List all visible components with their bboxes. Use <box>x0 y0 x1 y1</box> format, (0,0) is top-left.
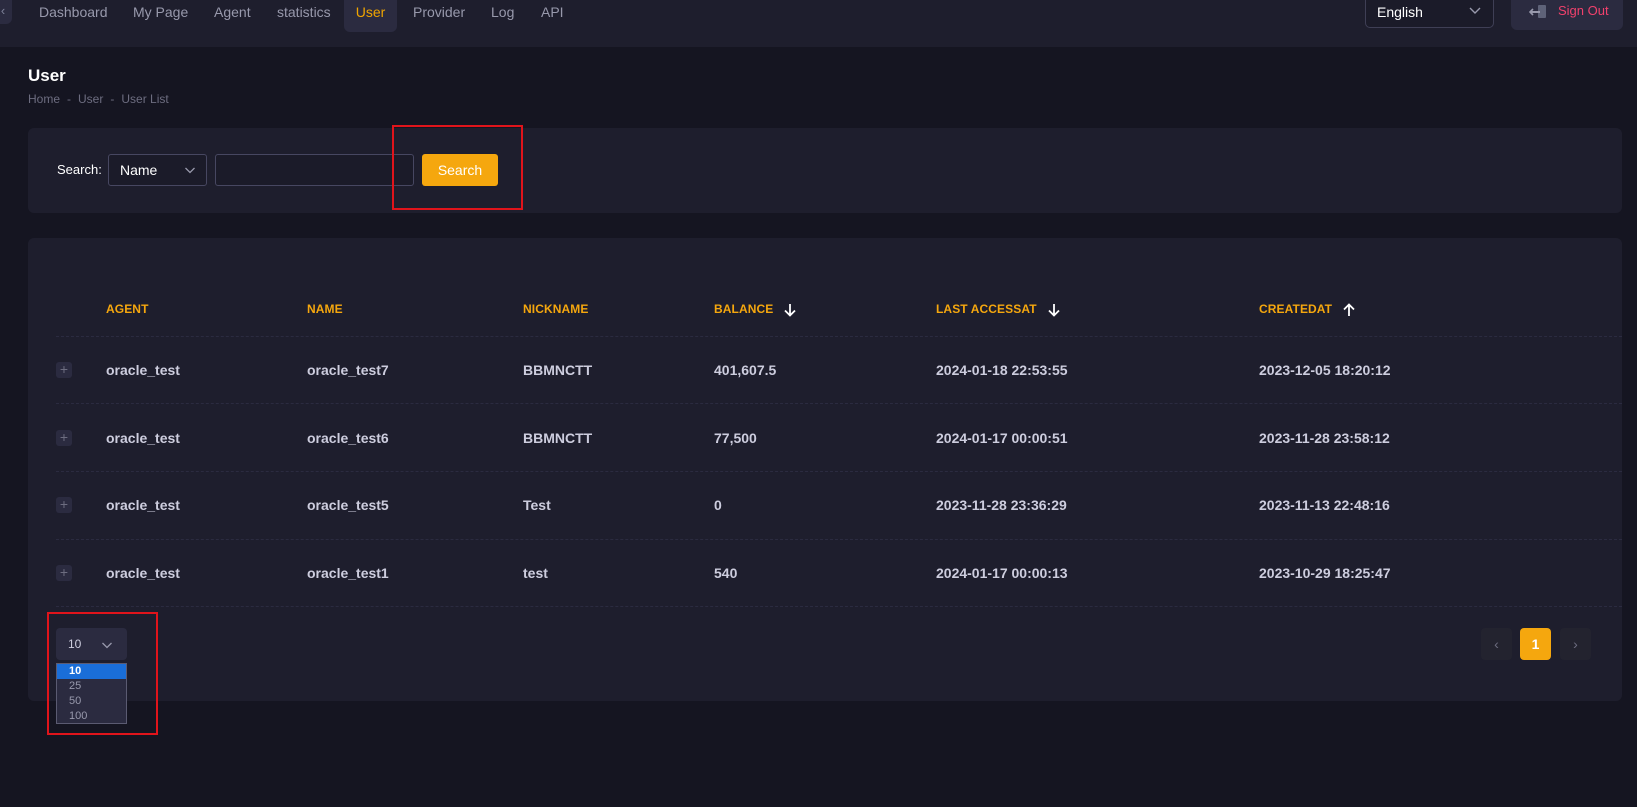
cell-balance: 0 <box>714 497 722 513</box>
column-header-nickname[interactable]: NICKNAME <box>523 302 588 316</box>
cell-name: oracle_test5 <box>307 497 389 513</box>
cell-name: oracle_test6 <box>307 430 389 446</box>
chevron-down-icon <box>1469 7 1481 14</box>
top-navbar: ‹ Dashboard My Page Agent statistics Use… <box>0 0 1637 48</box>
chevron-down-icon <box>185 167 195 174</box>
page-title: User <box>28 66 66 85</box>
sign-out-button[interactable]: Sign Out <box>1511 0 1623 30</box>
next-page-button[interactable]: › <box>1560 628 1591 660</box>
arrow-down-icon <box>1048 304 1060 317</box>
expand-row-icon[interactable]: + <box>56 497 72 513</box>
search-input[interactable] <box>215 154 414 186</box>
column-header-last-accessat[interactable]: LAST ACCESSAT <box>936 302 1062 318</box>
row-divider <box>56 539 1622 540</box>
highlight-box <box>47 612 158 735</box>
chevron-left-icon: ‹ <box>1494 636 1499 652</box>
cell-nickname: test <box>523 565 548 581</box>
language-select[interactable]: English <box>1365 0 1494 28</box>
nav-item-api[interactable]: API <box>529 0 576 32</box>
row-divider <box>56 606 1622 607</box>
cell-balance: 540 <box>714 565 738 581</box>
row-divider <box>56 471 1622 472</box>
user-table-card: AGENT NAME NICKNAME BALANCE LAST ACCESSA… <box>28 238 1622 724</box>
collapse-sidebar-button[interactable]: ‹ <box>0 0 12 24</box>
nav-item-my-page[interactable]: My Page <box>121 0 200 32</box>
nav-item-agent[interactable]: Agent <box>202 0 263 32</box>
search-type-select[interactable]: Name <box>108 154 207 186</box>
breadcrumb-user[interactable]: User <box>78 92 103 106</box>
search-card: Search: Name Search <box>28 128 1622 213</box>
cell-agent: oracle_test <box>106 565 180 581</box>
cell-agent: oracle_test <box>106 362 180 378</box>
breadcrumb-home[interactable]: Home <box>28 92 60 106</box>
breadcrumb-user-list: User List <box>121 92 169 106</box>
arrow-up-icon <box>1343 303 1355 316</box>
row-divider <box>56 403 1622 404</box>
nav-item-log[interactable]: Log <box>479 0 526 32</box>
cell-last-accessat: 2024-01-18 22:53:55 <box>936 362 1068 378</box>
cell-createdat: 2023-12-05 18:20:12 <box>1259 362 1391 378</box>
row-divider <box>56 336 1622 337</box>
cell-nickname: BBMNCTT <box>523 430 593 446</box>
breadcrumb: Home - User - User List <box>28 92 169 106</box>
prev-page-button[interactable]: ‹ <box>1481 628 1512 660</box>
column-header-createdat[interactable]: CREATEDAT <box>1259 302 1357 318</box>
cell-agent: oracle_test <box>106 430 180 446</box>
column-header-name[interactable]: NAME <box>307 302 343 316</box>
breadcrumb-separator: - <box>67 92 72 106</box>
cell-balance: 401,607.5 <box>714 362 777 378</box>
cell-createdat: 2023-11-13 22:48:16 <box>1259 497 1390 513</box>
expand-row-icon[interactable]: + <box>56 430 72 446</box>
arrow-down-icon <box>784 304 797 317</box>
breadcrumb-separator: - <box>110 92 115 106</box>
cell-name: oracle_test7 <box>307 362 389 378</box>
chevron-right-icon: › <box>1573 636 1578 652</box>
search-type-selected-value: Name <box>120 162 158 178</box>
cell-name: oracle_test1 <box>307 565 389 581</box>
expand-row-icon[interactable]: + <box>56 362 72 378</box>
cell-nickname: BBMNCTT <box>523 362 593 378</box>
cell-createdat: 2023-10-29 18:25:47 <box>1259 565 1391 581</box>
cell-agent: oracle_test <box>106 497 180 513</box>
nav-item-user[interactable]: User <box>344 0 397 32</box>
page-number-button[interactable]: 1 <box>1520 628 1551 660</box>
cell-last-accessat: 2024-01-17 00:00:13 <box>936 565 1068 581</box>
sign-out-label: Sign Out <box>1558 3 1609 18</box>
chevron-left-icon: ‹ <box>0 3 6 18</box>
nav-item-dashboard[interactable]: Dashboard <box>27 0 120 32</box>
column-header-agent[interactable]: AGENT <box>106 302 149 316</box>
nav-item-statistics[interactable]: statistics <box>265 0 343 32</box>
search-label: Search: <box>57 162 102 177</box>
cell-createdat: 2023-11-28 23:58:12 <box>1259 430 1390 446</box>
highlight-box <box>392 125 523 210</box>
cell-nickname: Test <box>523 497 551 513</box>
cell-last-accessat: 2024-01-17 00:00:51 <box>936 430 1068 446</box>
cell-balance: 77,500 <box>714 430 757 446</box>
expand-row-icon[interactable]: + <box>56 565 72 581</box>
logout-icon <box>1529 5 1546 18</box>
column-header-balance[interactable]: BALANCE <box>714 302 798 318</box>
language-selected-value: English <box>1377 4 1423 20</box>
cell-last-accessat: 2023-11-28 23:36:29 <box>936 497 1067 513</box>
nav-item-provider[interactable]: Provider <box>401 0 477 32</box>
